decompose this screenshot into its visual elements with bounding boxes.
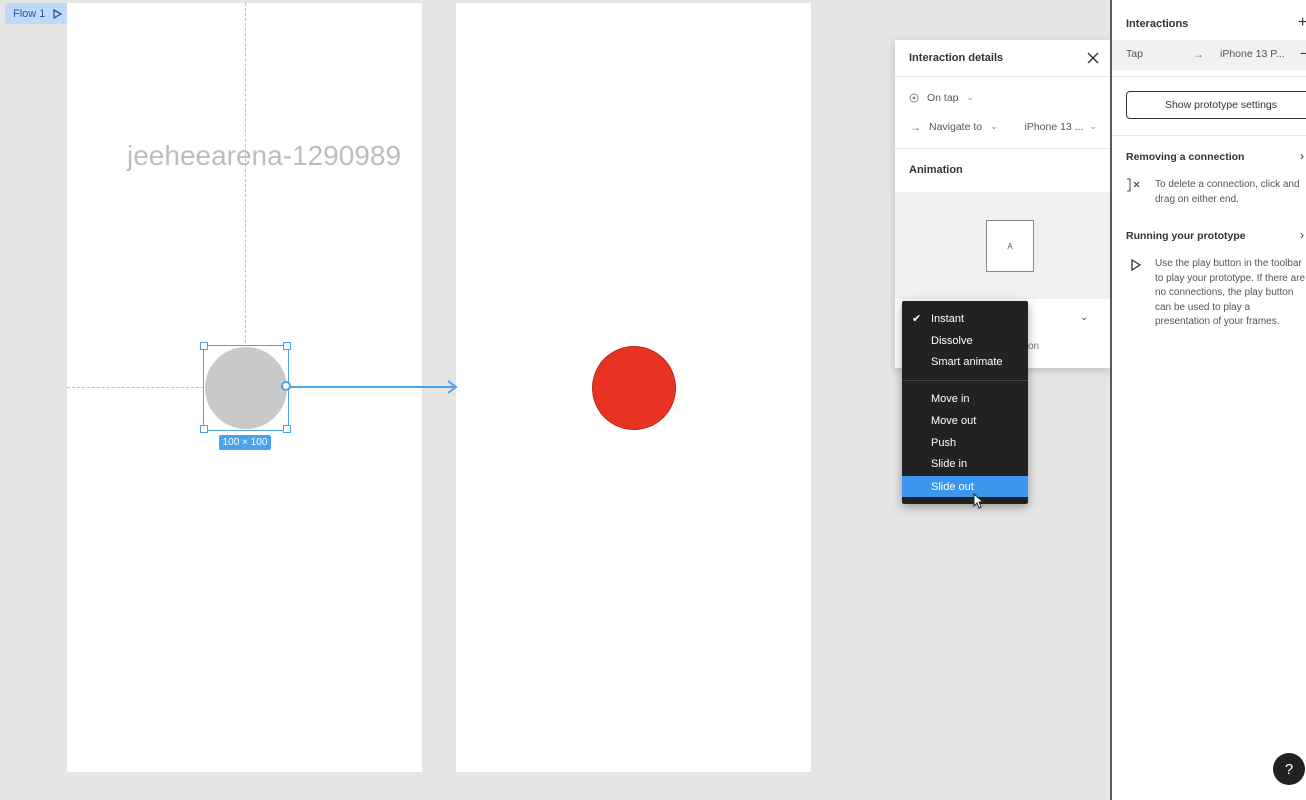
resize-handle-bottom-left[interactable] bbox=[200, 425, 208, 433]
arrow-right-icon: → bbox=[1192, 47, 1204, 61]
tap-trigger-icon bbox=[909, 93, 919, 102]
tip-heading-removing: Removing a connection bbox=[1126, 151, 1245, 163]
animation-preview: A bbox=[895, 192, 1111, 299]
remove-interaction-icon[interactable]: − bbox=[1300, 45, 1306, 61]
dropdown-item-push[interactable]: Push bbox=[902, 432, 1028, 453]
add-interaction-icon[interactable]: + bbox=[1298, 14, 1306, 32]
size-badge: 100 × 100 bbox=[219, 435, 271, 450]
tip-text-running: Use the play button in the toolbar to pl… bbox=[1155, 258, 1306, 327]
chevron-down-icon[interactable]: ⌄ bbox=[1080, 312, 1088, 323]
divider bbox=[1112, 135, 1306, 136]
dropdown-item-move-in[interactable]: Move in bbox=[902, 388, 1028, 409]
dropdown-item-instant[interactable]: ✔ Instant bbox=[902, 308, 1028, 329]
close-icon[interactable] bbox=[1087, 52, 1099, 64]
interactions-title: Interactions bbox=[1126, 18, 1189, 30]
mouse-cursor-icon bbox=[973, 493, 985, 509]
chevron-right-icon[interactable]: › bbox=[1300, 228, 1304, 242]
interaction-destination: iPhone 13 P... bbox=[1220, 48, 1285, 60]
animation-section-title: Animation bbox=[895, 148, 1111, 191]
dropdown-item-slide-in[interactable]: Slide in bbox=[902, 453, 1028, 474]
tip-heading-running: Running your prototype bbox=[1126, 230, 1246, 242]
resize-handle-bottom-right[interactable] bbox=[283, 425, 291, 433]
chevron-down-icon: ⌄ bbox=[1089, 121, 1097, 131]
trigger-label: On tap bbox=[927, 91, 959, 104]
destination-label: iPhone 13 ... bbox=[1024, 120, 1084, 133]
resize-handle-top-left[interactable] bbox=[200, 342, 208, 350]
dropdown-item-move-out[interactable]: Move out bbox=[902, 410, 1028, 431]
flow-starting-point-tag[interactable]: Flow 1 bbox=[5, 3, 71, 24]
panel-title: Interaction details bbox=[909, 52, 1004, 64]
preview-frame: A bbox=[986, 220, 1034, 272]
red-circle-layer[interactable] bbox=[592, 346, 676, 430]
connection-arrow-icon bbox=[447, 380, 458, 394]
disconnect-icon bbox=[1127, 178, 1140, 192]
chevron-down-icon: ⌄ bbox=[990, 121, 998, 131]
prototype-connection-line[interactable] bbox=[287, 386, 455, 388]
help-button[interactable]: ? bbox=[1273, 753, 1305, 785]
animation-type-dropdown[interactable]: ✔ Instant Dissolve Smart animate Move in… bbox=[902, 301, 1028, 504]
resize-handle-top-right[interactable] bbox=[283, 342, 291, 350]
interaction-trigger: Tap bbox=[1126, 48, 1143, 60]
dropdown-item-slide-out[interactable]: Slide out bbox=[902, 476, 1028, 497]
interaction-row[interactable]: Tap → iPhone 13 P... − bbox=[1112, 40, 1306, 70]
flow-label: Flow 1 bbox=[13, 7, 46, 20]
partial-option-text: on bbox=[1028, 341, 1040, 352]
chevron-down-icon: ⌄ bbox=[966, 92, 975, 102]
chevron-right-icon[interactable]: › bbox=[1300, 149, 1304, 163]
measurement-guide-vertical bbox=[245, 3, 246, 343]
arrow-right-icon: → bbox=[909, 119, 921, 134]
dropdown-item-dissolve[interactable]: Dissolve bbox=[902, 330, 1028, 351]
show-prototype-settings-button[interactable]: Show prototype settings bbox=[1126, 91, 1306, 119]
watermark-text: jeeheearena-1290989 bbox=[127, 140, 402, 171]
connection-node[interactable] bbox=[281, 381, 291, 391]
tip-text-removing: To delete a connection, click and drag o… bbox=[1155, 179, 1300, 205]
prototype-sidebar: Interactions + Tap → iPhone 13 P... − Sh… bbox=[1110, 0, 1306, 800]
play-icon bbox=[1131, 259, 1141, 271]
play-icon[interactable] bbox=[53, 8, 63, 19]
destination-select[interactable]: iPhone 13 ... ⌄ bbox=[1024, 121, 1097, 133]
measurement-guide-horizontal bbox=[67, 387, 204, 388]
action-label: Navigate to bbox=[929, 120, 983, 133]
dropdown-item-smart-animate[interactable]: Smart animate bbox=[902, 351, 1028, 372]
divider bbox=[1112, 76, 1306, 77]
panel-header: Interaction details bbox=[895, 40, 1111, 77]
selection-box bbox=[203, 345, 289, 431]
action-row[interactable]: → Navigate to ⌄ iPhone 13 ... ⌄ bbox=[895, 112, 1111, 141]
trigger-select[interactable]: On tap ⌄ bbox=[895, 83, 1111, 112]
checkmark-icon: ✔ bbox=[912, 313, 922, 325]
dropdown-divider bbox=[902, 380, 1028, 381]
